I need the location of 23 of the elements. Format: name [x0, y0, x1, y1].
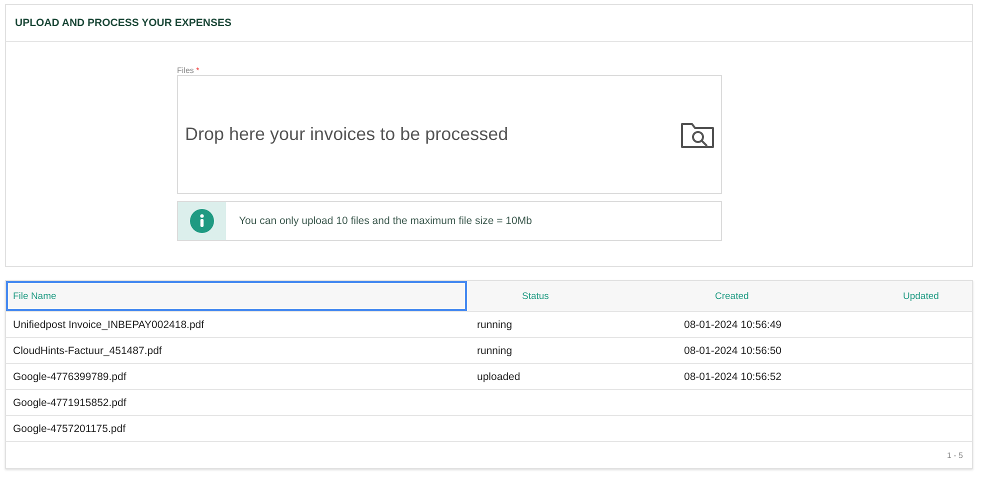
table-cell: CloudHints-Factuur_451487.pdf [13, 344, 162, 356]
column-header[interactable]: Updated [874, 281, 972, 311]
info-text: You can only upload 10 files and the maximum file size = 10Mb [239, 215, 532, 227]
table-cell: 08-01-2024 10:56:49 [684, 318, 782, 330]
table-cell: running [477, 344, 512, 356]
pagination-text: 1 - 5 [946, 450, 963, 460]
file-dropzone[interactable]: Drop here your invoices to be processed [177, 75, 722, 194]
table-cell: running [477, 318, 512, 330]
panel-title: UPLOAD AND PROCESS YOUR EXPENSES [15, 17, 232, 29]
table-cell: 08-01-2024 10:56:52 [684, 370, 782, 382]
info-icon [190, 209, 214, 233]
column-header[interactable]: Created [674, 281, 874, 311]
folder-search-icon[interactable] [680, 120, 716, 148]
table-cell: 08-01-2024 10:56:50 [684, 344, 782, 356]
table-cell: Unifiedpost Invoice_INBEPAY002418.pdf [13, 318, 204, 330]
field-label: Files [177, 66, 194, 75]
table-cell: Google-4776399789.pdf [13, 370, 126, 382]
table-cell: uploaded [477, 370, 520, 382]
table-cell: Google-4771915852.pdf [13, 396, 126, 408]
required-mark: * [196, 66, 200, 75]
table-cell: Google-4757201175.pdf [13, 422, 126, 434]
column-header[interactable]: Status [467, 281, 674, 311]
column-header[interactable]: File Name [6, 281, 467, 311]
